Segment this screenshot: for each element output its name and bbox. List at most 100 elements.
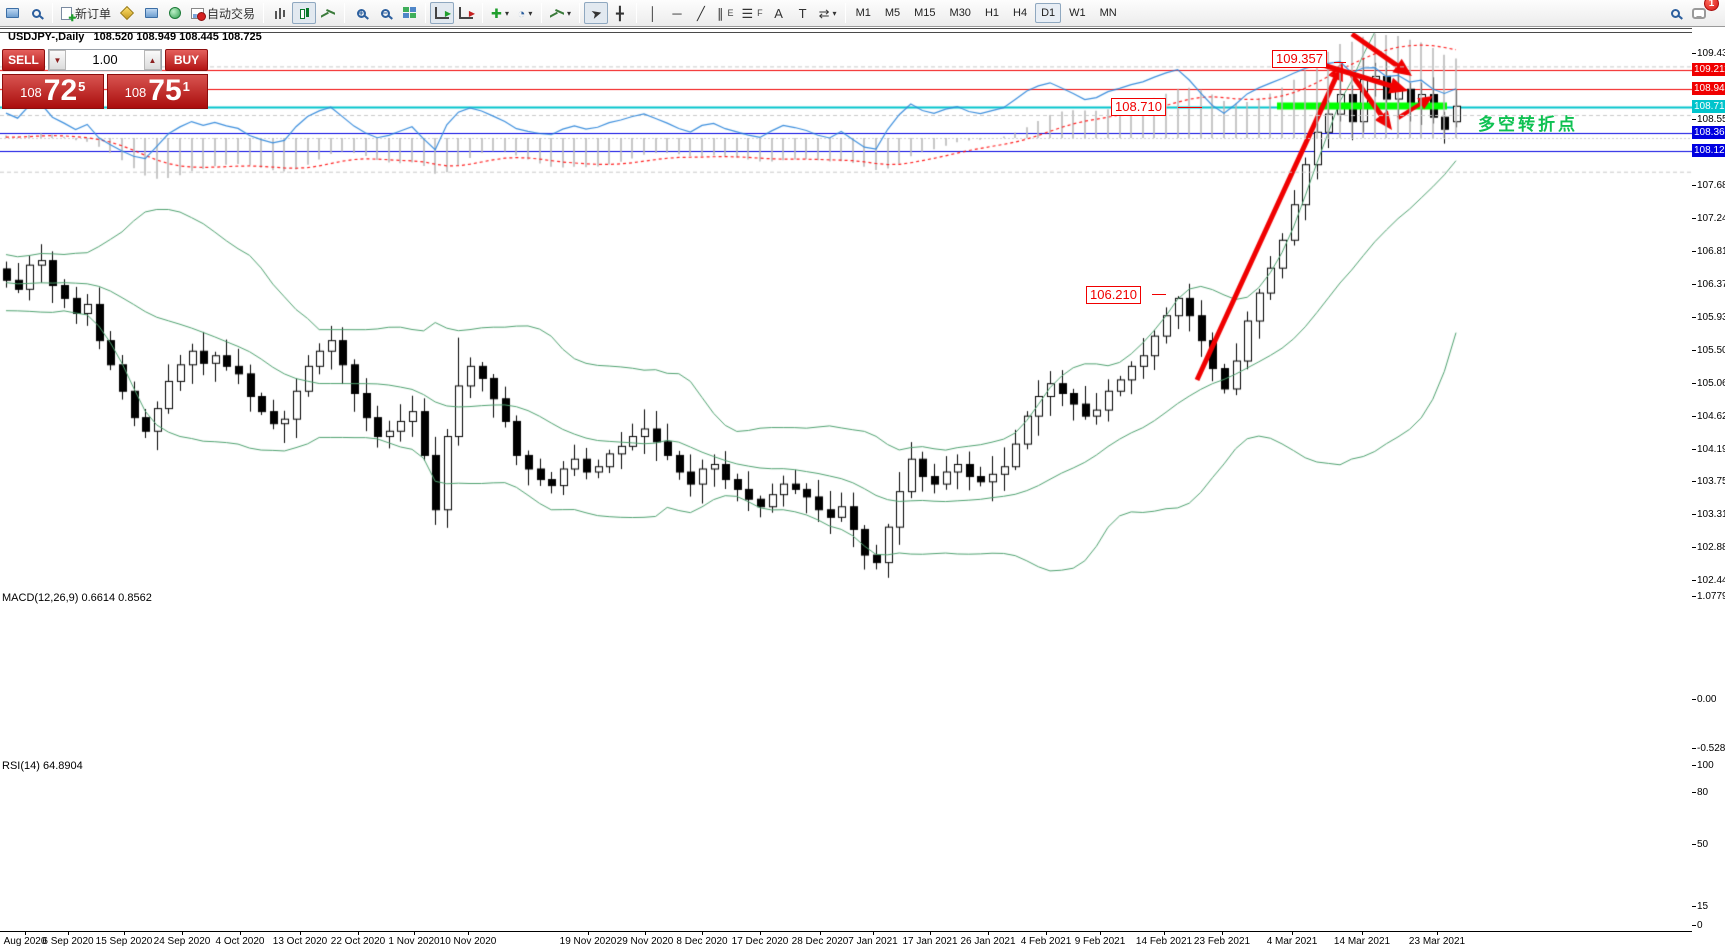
date-tick (468, 932, 469, 935)
axis-tick: 105.930 (1697, 312, 1725, 323)
text-button[interactable]: A (767, 2, 791, 24)
axis-tick: 106.810 (1697, 246, 1725, 257)
channel-button[interactable]: ∥E (713, 2, 738, 24)
autotrade-button[interactable]: 自动交易 (187, 2, 259, 24)
notification-badge: 1 (1704, 0, 1719, 11)
chart-window-icon[interactable] (0, 2, 24, 24)
date-tick (414, 932, 415, 935)
timeframe-m15[interactable]: M15 (908, 3, 941, 23)
buy-price-sup: 1 (183, 68, 190, 106)
line-chart-icon (321, 7, 335, 19)
chart-shift-icon (459, 7, 473, 19)
date-tick (702, 932, 703, 935)
clock-icon: ◔ (518, 7, 526, 20)
channel-cap: E (727, 8, 733, 18)
axis-tick: 100 (1697, 760, 1714, 771)
date-tick (588, 932, 589, 935)
zoom-in-button[interactable]: + (349, 2, 373, 24)
tick-chart-icon[interactable] (24, 2, 48, 24)
axis-tick: 107.680 (1697, 180, 1725, 191)
chevron-down-icon: ▾ (528, 9, 532, 18)
date-label: 10 Nov 2020 (440, 936, 497, 947)
chevron-down-icon: ▾ (567, 9, 571, 18)
templates-button[interactable]: ▾ (546, 2, 575, 24)
timeframe-m30[interactable]: M30 (944, 3, 977, 23)
axis-tick: -0.5289 (1697, 743, 1725, 754)
separator (482, 3, 483, 23)
price-annotation-label[interactable]: 106.210 (1086, 286, 1141, 304)
sell-price-tile[interactable]: 108725 (2, 74, 104, 109)
one-click-trading-panel: SELL ▼ 1.00 ▲ BUY 108725 108751 (2, 49, 208, 109)
date-tick (873, 932, 874, 935)
volume-down-button[interactable]: ▼ (49, 50, 66, 70)
text-label-button[interactable]: T (791, 2, 815, 24)
axis-tick: 107.240 (1697, 213, 1725, 224)
date-tick (300, 932, 301, 935)
buy-price-prefix: 108 (125, 80, 147, 106)
chart-window-icon (6, 8, 19, 18)
date-tick (1292, 932, 1293, 935)
chart-shift-button[interactable] (454, 2, 478, 24)
terminal-button[interactable] (139, 2, 163, 24)
vertical-line-button[interactable]: │ (641, 2, 665, 24)
autoscroll-button[interactable] (430, 2, 454, 24)
periods-button[interactable]: ◔▾ (513, 2, 537, 24)
search-button[interactable] (1663, 2, 1687, 24)
chinese-note: 多空转折点 (1478, 110, 1578, 135)
candlestick-chart-button[interactable] (292, 2, 316, 24)
price-annotation-label[interactable]: 108.710 (1111, 98, 1166, 116)
symbol-title: USDJPY-,Daily (8, 31, 84, 43)
trendline-button[interactable]: ╱ (689, 2, 713, 24)
price-annotation-label[interactable]: 109.357 (1272, 50, 1327, 68)
date-label: 14 Feb 2021 (1136, 936, 1192, 947)
timeframe-m5[interactable]: M5 (879, 3, 906, 23)
timeframe-mn[interactable]: MN (1094, 3, 1123, 23)
date-tick (1164, 932, 1165, 935)
candlestick-chart-icon (298, 7, 311, 20)
axis-tick: 103.750 (1697, 476, 1725, 487)
fibonacci-button[interactable]: ☰F (737, 2, 766, 24)
new-order-label: 新订单 (75, 5, 111, 22)
buy-price-tile[interactable]: 108751 (107, 74, 209, 109)
chat-icon (1692, 8, 1706, 19)
volume-input[interactable]: 1.00 (66, 50, 144, 70)
date-tick (1362, 932, 1363, 935)
zoom-out-button[interactable]: − (373, 2, 397, 24)
horizontal-line-button[interactable]: ─ (665, 2, 689, 24)
date-label: 13 Oct 2020 (273, 936, 327, 947)
signals-icon (169, 7, 181, 19)
autotrade-label: 自动交易 (207, 5, 255, 22)
chart-region[interactable]: 109.430108.550107.680107.240106.810106.3… (0, 28, 1725, 951)
terminal-icon (145, 8, 158, 18)
bar-chart-button[interactable] (268, 2, 292, 24)
new-order-button[interactable]: 新订单 (57, 2, 115, 24)
tile-windows-button[interactable] (397, 2, 421, 24)
timeframe-h1[interactable]: H1 (979, 3, 1005, 23)
rsi-canvas[interactable] (0, 28, 1692, 201)
signals-button[interactable] (163, 2, 187, 24)
crosshair-button[interactable]: ╋ (608, 2, 632, 24)
annotation-connector (1178, 107, 1202, 108)
arrows-button[interactable]: ⇄▾ (815, 2, 841, 24)
price-axis[interactable]: 109.430108.550107.680107.240106.810106.3… (1692, 28, 1725, 951)
date-label: 9 Feb 2021 (1075, 936, 1126, 947)
mt4-window: 新订单 自动交易 + − ✚▾ ◔▾ ▾ ➤ ╋ │ ─ ╱ ∥E ☰F A (0, 0, 1725, 951)
price-line-badge: 108.366 (1692, 126, 1725, 139)
notifications-button[interactable]: 1 (1687, 2, 1711, 24)
toolbar: 新订单 自动交易 + − ✚▾ ◔▾ ▾ ➤ ╋ │ ─ ╱ ∥E ☰F A (0, 0, 1725, 27)
timeframe-h4[interactable]: H4 (1007, 3, 1033, 23)
cursor-button[interactable]: ➤ (584, 2, 608, 24)
axis-tick: 108.550 (1697, 114, 1725, 125)
metaeditor-button[interactable] (115, 2, 139, 24)
timeframe-w1[interactable]: W1 (1063, 3, 1092, 23)
timeframe-m1[interactable]: M1 (850, 3, 877, 23)
timeframe-d1[interactable]: D1 (1035, 3, 1061, 23)
line-chart-button[interactable] (316, 2, 340, 24)
annotation-connector (1334, 62, 1346, 63)
sell-button[interactable]: SELL (2, 49, 45, 71)
date-label: 4 Oct 2020 (216, 936, 265, 947)
add-indicator-button[interactable]: ✚▾ (487, 2, 513, 24)
ohlc-values: 108.520 108.949 108.445 108.725 (93, 31, 261, 43)
date-axis[interactable]: Aug 20206 Sep 202015 Sep 202024 Sep 2020… (0, 931, 1692, 951)
volume-up-button[interactable]: ▲ (144, 50, 161, 70)
